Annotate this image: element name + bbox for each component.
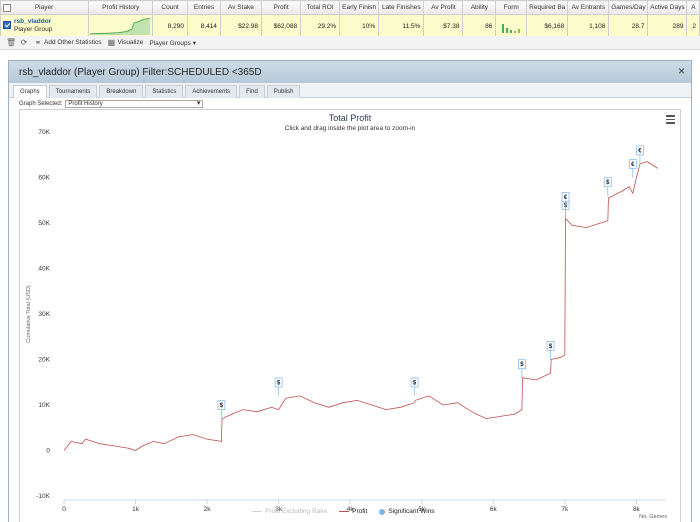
- header-av-stake[interactable]: Av Stake: [219, 0, 263, 15]
- profit-history-sparkline: [90, 18, 151, 35]
- tab-bar: Graphs Tournaments Breakdown Statistics …: [9, 83, 691, 98]
- row-checkbox[interactable]: [3, 21, 11, 29]
- panel-title: rsb_vladdor (Player Group) Filter:SCHEDU…: [19, 66, 262, 78]
- header-player[interactable]: Player: [0, 0, 90, 15]
- cell-games-day: 28.7: [608, 14, 649, 38]
- cell-av-profit: $7.38: [423, 14, 464, 38]
- cell-profit: $62,088: [261, 14, 302, 38]
- y-tick-label: -10K: [36, 493, 50, 500]
- player-name-link[interactable]: rsb_vladdor: [3, 18, 85, 26]
- cell-av-stake: $22.98: [219, 14, 263, 38]
- x-tick-label: 0: [62, 506, 66, 513]
- header-profit-history[interactable]: Profit History: [88, 0, 154, 15]
- player-type: Player Group: [14, 26, 53, 33]
- x-tick-label: 7k: [561, 506, 569, 513]
- y-tick-label: 60K: [38, 175, 50, 182]
- header-late-finishes[interactable]: Late Finishes: [378, 0, 425, 15]
- tab-find[interactable]: Find: [239, 85, 265, 98]
- cell-required-ba: $6,168: [526, 14, 569, 38]
- header-profit[interactable]: Profit: [261, 0, 302, 15]
- visualize-button[interactable]: ▦ Visualize: [107, 37, 144, 47]
- x-tick-label: 2k: [204, 506, 212, 513]
- legend-item-profit[interactable]: Profit: [339, 508, 367, 515]
- header-form[interactable]: Form: [495, 0, 528, 15]
- x-axis-title: No. Games: [639, 514, 667, 520]
- y-tick-label: 70K: [38, 129, 50, 136]
- header-ability[interactable]: Ability: [462, 0, 497, 15]
- player-group-panel: rsb_vladdor (Player Group) Filter:SCHEDU…: [8, 60, 692, 522]
- player-groups-dropdown[interactable]: Player Groups ▾: [149, 39, 196, 47]
- stats-table: Player Profit History Count Entries Av S…: [0, 0, 700, 38]
- y-tick-label: 20K: [38, 357, 50, 364]
- x-tick-label: 6k: [490, 506, 498, 513]
- y-tick-label: 10K: [38, 402, 50, 409]
- cell-entries: 8,414: [187, 14, 221, 38]
- y-tick-label: 30K: [38, 311, 50, 318]
- profit-chart[interactable]: -10K010K20K30K40K50K60K70K0 1k 2k 3k 4k 5k 6k 7…: [20, 110, 682, 522]
- header-av-entrants[interactable]: Av Entrants: [567, 0, 610, 15]
- player-cell[interactable]: rsb_vladdor Player Group: [0, 14, 90, 38]
- chart-icon: ▦: [107, 37, 116, 47]
- tab-graphs[interactable]: Graphs: [13, 85, 47, 98]
- cell-form: [495, 14, 528, 38]
- header-games-day[interactable]: Games/Day: [608, 0, 649, 15]
- cell-early-finish: 10%: [339, 14, 380, 38]
- chart-container[interactable]: Total Profit Click and drag inside the p…: [19, 109, 681, 522]
- cell-av-entrants: 1,108: [567, 14, 610, 38]
- header-total-roi[interactable]: Total ROI: [300, 0, 341, 15]
- header-av-profit[interactable]: Av Profit: [423, 0, 464, 15]
- y-tick-label: 40K: [38, 266, 50, 273]
- cell-count: 8,290: [152, 14, 189, 38]
- cell-late-finishes: 11.5%: [378, 14, 425, 38]
- legend-item-profit-excl-rake[interactable]: Profit Excluding Rake: [252, 508, 327, 515]
- table-header-row: Player Profit History Count Entries Av S…: [0, 0, 700, 15]
- add-statistics-button[interactable]: ⚭ Add Other Statistics: [34, 37, 102, 47]
- legend-item-significant-wins[interactable]: Significant Wins: [379, 508, 435, 515]
- form-bars: [502, 24, 521, 33]
- header-entries[interactable]: Entries: [187, 0, 221, 15]
- cell-ability: 86: [462, 14, 497, 38]
- legend-line-swatch: [339, 511, 350, 512]
- cell-active-days: 289: [647, 14, 688, 38]
- chart-legend: Profit Excluding Rake Profit Significant…: [252, 508, 435, 515]
- cell-total-roi: 29.2%: [300, 14, 341, 38]
- graph-select[interactable]: Profit History: [65, 100, 204, 108]
- refresh-icon[interactable]: ⟳: [20, 38, 28, 47]
- graph-selected-label: Graph Selected:: [19, 101, 63, 107]
- cell-a: 2: [686, 14, 700, 38]
- tab-statistics[interactable]: Statistics: [145, 85, 184, 98]
- close-icon[interactable]: ×: [678, 65, 685, 77]
- x-tick-label: 8k: [633, 506, 641, 513]
- x-tick-label: 1k: [132, 506, 140, 513]
- profit-history-sparkline-cell: [88, 14, 154, 38]
- table-row[interactable]: rsb_vladdor Player Group 8,290 8,414 $22…: [0, 14, 700, 38]
- tab-breakdown[interactable]: Breakdown: [99, 85, 144, 98]
- delete-icon[interactable]: 🗑: [6, 38, 16, 47]
- link-icon: ⚭: [34, 37, 42, 47]
- header-early-finish[interactable]: Early Finish: [339, 0, 380, 15]
- tab-publish[interactable]: Publish: [266, 85, 301, 98]
- y-axis-title: Cumulative Total (USD): [26, 285, 32, 343]
- toolbar: 🗑 ⟳ ⚭ Add Other Statistics ▦ Visualize P…: [0, 36, 700, 50]
- header-count[interactable]: Count: [152, 0, 189, 15]
- header-required-ba[interactable]: Required Ba: [526, 0, 569, 15]
- header-active-days[interactable]: Active Days: [647, 0, 688, 15]
- tab-tournaments[interactable]: Tournaments: [48, 85, 98, 98]
- y-tick-label: 50K: [38, 220, 50, 227]
- tab-achievements[interactable]: Achievements: [185, 85, 238, 98]
- panel-header: rsb_vladdor (Player Group) Filter:SCHEDU…: [9, 61, 691, 83]
- y-tick-label: 0: [46, 448, 50, 455]
- header-a[interactable]: A: [686, 0, 700, 15]
- legend-dot-swatch: [379, 508, 386, 515]
- legend-line-swatch: [252, 511, 262, 512]
- select-all-checkbox[interactable]: [3, 3, 11, 12]
